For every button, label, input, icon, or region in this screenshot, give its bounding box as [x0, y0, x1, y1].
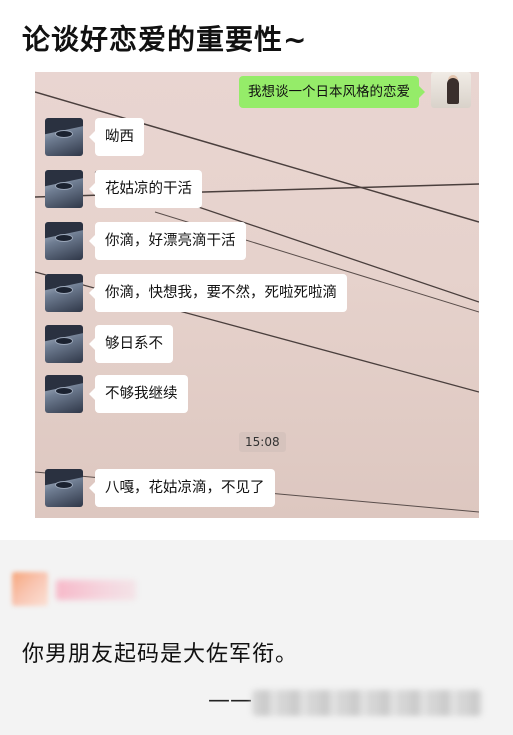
- contact-avatar[interactable]: [45, 118, 83, 156]
- signature-dash: ——: [208, 688, 252, 713]
- message-row: 不够我继续: [45, 375, 188, 413]
- message-row: 八嘎，花姑凉滴，不见了: [45, 469, 275, 507]
- contact-avatar[interactable]: [45, 222, 83, 260]
- message-bubble[interactable]: 不够我继续: [89, 375, 188, 413]
- contact-avatar[interactable]: [45, 469, 83, 507]
- my-avatar[interactable]: [431, 72, 471, 108]
- comment-text: 你男朋友起码是大佐军衔。: [22, 642, 299, 667]
- contact-avatar[interactable]: [45, 170, 83, 208]
- chat-timestamp: 15:08: [239, 432, 286, 452]
- message-bubble[interactable]: 你滴，快想我，要不然，死啦死啦滴: [89, 274, 347, 312]
- message-bubble[interactable]: 呦西: [89, 118, 144, 156]
- message-row: 呦西: [45, 118, 144, 156]
- message-bubble[interactable]: 花姑凉的干活: [89, 170, 202, 208]
- chat-screenshot: 我想谈一个日本风格的恋爱 呦西 花姑凉的干活 你滴，好漂亮滴干活 你滴，快想我，…: [35, 72, 479, 518]
- message-row: 够日系不: [45, 325, 173, 363]
- commenter-name-blurred[interactable]: [56, 580, 136, 600]
- message-bubble[interactable]: 够日系不: [89, 325, 173, 363]
- message-row: 你滴，快想我，要不然，死啦死啦滴: [45, 274, 347, 312]
- contact-avatar[interactable]: [45, 375, 83, 413]
- message-row: 花姑凉的干活: [45, 170, 202, 208]
- contact-avatar[interactable]: [45, 325, 83, 363]
- comment-section: 你男朋友起码是大佐军衔。 ——: [0, 540, 513, 735]
- message-row: 你滴，好漂亮滴干活: [45, 222, 246, 260]
- contact-avatar[interactable]: [45, 274, 83, 312]
- my-message-bubble[interactable]: 我想谈一个日本风格的恋爱: [239, 76, 425, 108]
- message-bubble[interactable]: 八嘎，花姑凉滴，不见了: [89, 469, 275, 507]
- signature-blurred: [252, 690, 482, 716]
- commenter-avatar-blurred[interactable]: [12, 572, 48, 606]
- post-title: 论谈好恋爱的重要性~: [22, 23, 308, 56]
- message-bubble[interactable]: 你滴，好漂亮滴干活: [89, 222, 246, 260]
